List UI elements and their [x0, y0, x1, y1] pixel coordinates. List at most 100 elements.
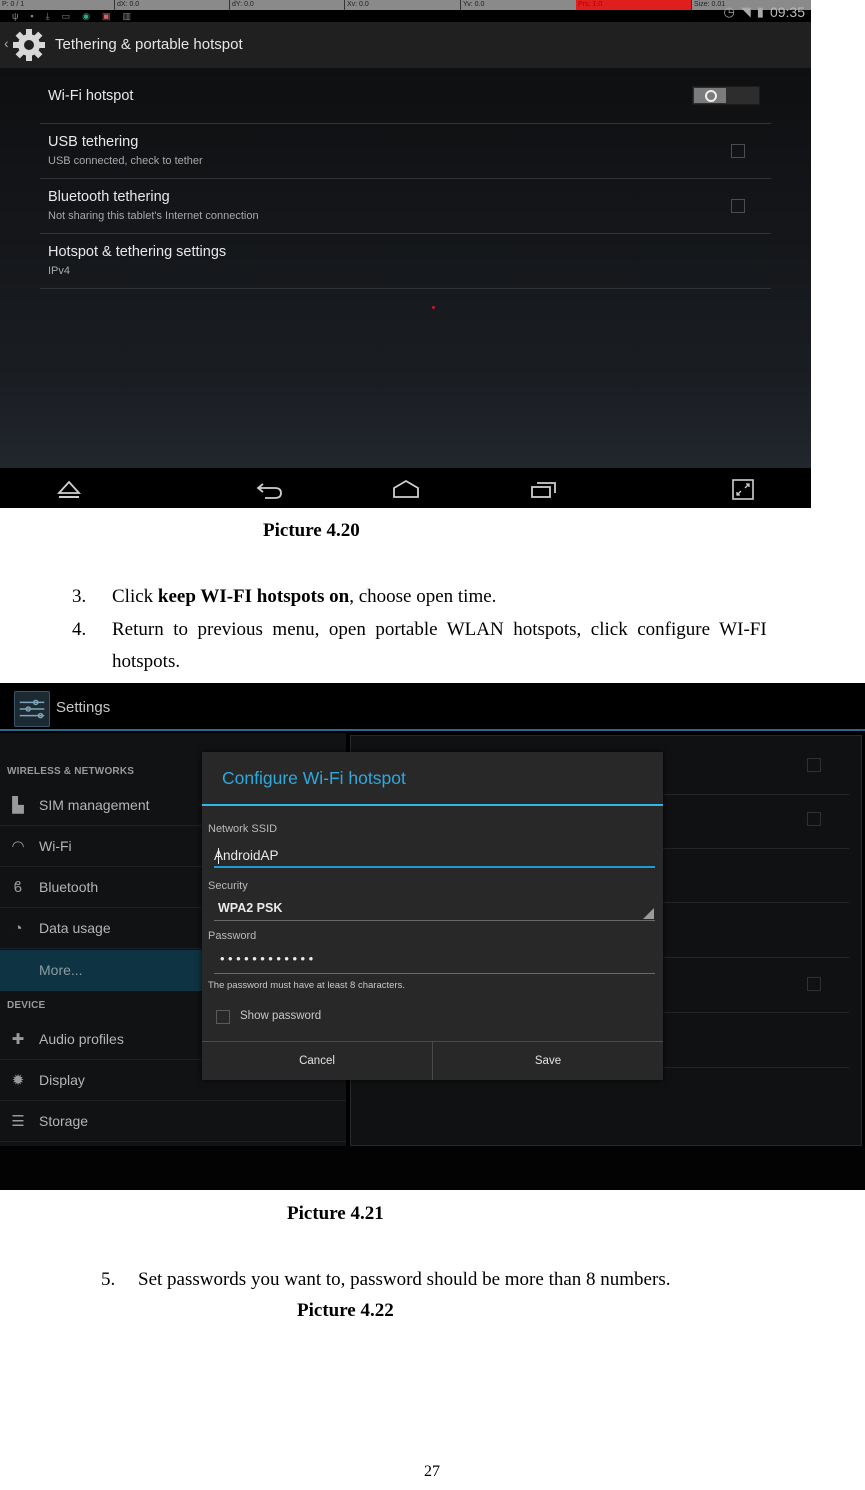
password-label: Password [208, 930, 257, 942]
ssid-underline [214, 866, 655, 868]
wifi-icon: ◥ [740, 4, 751, 19]
item-title: Bluetooth tethering [48, 189, 170, 205]
step-text-prefix: Click [112, 586, 158, 607]
step-text: Click keep WI-FI hotspots on, choose ope… [112, 586, 496, 608]
tethering-screenshot: P: 0 / 1 dX: 0.0 dY: 0.0 Xv: 0.0 Yv: 0.0… [0, 0, 811, 508]
navigation-bar [0, 468, 811, 508]
data-usage-icon: ◔ [13, 920, 23, 937]
show-password-checkbox[interactable] [216, 1010, 230, 1024]
save-button[interactable]: Save [432, 1042, 663, 1080]
caption-picture-4-20: Picture 4.20 [263, 520, 360, 541]
dialog-title-divider [202, 804, 663, 806]
pointer-debug-bar: P: 0 / 1 dX: 0.0 dY: 0.0 Xv: 0.0 Yv: 0.0… [0, 0, 811, 10]
password-hint: The password must have at least 8 charac… [208, 980, 405, 991]
configure-hotspot-dialog: Configure Wi-Fi hotspot Network SSID Sec… [202, 752, 663, 1080]
pane-checkbox[interactable] [807, 758, 821, 772]
sidebar-item-label: Data usage [39, 920, 111, 936]
chrome-icon: ◉ [82, 11, 90, 21]
lock-icon: ▪ [30, 11, 34, 21]
debug-xv: Xv: 0.0 [344, 0, 460, 10]
app-icon: ▣ [101, 11, 111, 21]
audio-profiles-icon: ✚ [11, 1031, 25, 1048]
step-4: 4. Return to previous menu, open portabl… [72, 619, 767, 641]
recent-apps-icon[interactable] [530, 478, 558, 500]
back-icon[interactable] [255, 478, 283, 500]
step-number: 3. [72, 586, 87, 607]
sidebar-item-label: Audio profiles [39, 1031, 124, 1047]
list-item-hotspot-settings[interactable]: Hotspot & tethering settings IPv4 [40, 234, 771, 289]
password-input[interactable]: •••••••••••• [220, 951, 317, 966]
item-title: USB tethering [48, 134, 139, 150]
security-spinner[interactable]: WPA2 PSK [218, 901, 658, 925]
status-bar: ψ ▪ ⤓ ▭ ◉ ▣ ▥ ◷ ◥ ▮ 09:35 [0, 4, 811, 22]
step-5: 5. Set passwords you want to, password s… [101, 1269, 670, 1291]
dialog-buttons: Cancel Save [202, 1041, 663, 1080]
page-number: 27 [424, 1463, 440, 1480]
usb-tethering-checkbox[interactable] [731, 144, 745, 158]
back-caret-icon[interactable]: ‹ [4, 35, 9, 51]
battery-icon: ▮ [756, 4, 764, 19]
image-icon: ▭ [61, 11, 71, 21]
debug-prs: Prs: 1.0 [576, 0, 691, 10]
spinner-arrow-icon [643, 908, 654, 919]
item-subtitle: USB connected, check to tether [48, 155, 203, 167]
security-underline [214, 920, 655, 921]
eject-icon[interactable] [55, 478, 83, 500]
ssid-label: Network SSID [208, 823, 278, 835]
bluetooth-tethering-checkbox[interactable] [731, 199, 745, 213]
settings-action-bar: Settings [0, 683, 865, 731]
settings-screenshot: Settings WIRELESS & NETWORKS ▙ SIM manag… [0, 683, 865, 1190]
bluetooth-icon: ϐ [13, 879, 23, 896]
storage-icon: ☰ [11, 1113, 25, 1130]
show-password-label[interactable]: Show password [240, 1010, 321, 1022]
alarm-icon: ◷ [723, 4, 735, 19]
caption-picture-4-22: Picture 4.22 [297, 1300, 394, 1321]
usb-icon: ψ [12, 11, 19, 21]
pane-checkbox[interactable] [807, 812, 821, 826]
item-title: Hotspot & tethering settings [48, 244, 227, 260]
display-icon: ✹ [11, 1072, 25, 1089]
sidebar-item-label: SIM management [39, 797, 150, 813]
security-label: Security [208, 880, 248, 892]
text-caret [218, 848, 219, 864]
sidebar-item-label: Wi-Fi [39, 838, 72, 854]
settings-sliders-icon[interactable] [14, 691, 50, 727]
step-number: 5. [101, 1269, 116, 1290]
password-underline [214, 973, 655, 974]
debug-dy: dY: 0.0 [229, 0, 344, 10]
step-3: 3. Click keep WI-FI hotspots on, choose … [72, 586, 496, 608]
step-text-suffix: , choose open time. [349, 586, 497, 607]
section-header-wireless: WIRELESS & NETWORKS [7, 766, 135, 777]
section-header-device: DEVICE [7, 1000, 46, 1011]
wifi-hotspot-toggle[interactable] [692, 86, 760, 105]
sidebar-item-storage[interactable]: ☰ Storage [0, 1101, 346, 1142]
list-item-usb-tethering[interactable]: USB tethering USB connected, check to te… [40, 124, 771, 179]
pane-checkbox[interactable] [807, 977, 821, 991]
touch-point-marker [432, 306, 435, 309]
fullscreen-icon[interactable] [730, 478, 758, 500]
sidebar-item-label: Storage [39, 1113, 89, 1129]
ssid-input[interactable] [214, 843, 654, 867]
list-item-bluetooth-tethering[interactable]: Bluetooth tethering Not sharing this tab… [40, 179, 771, 234]
debug-yv: Yv: 0.0 [460, 0, 576, 10]
barcode-icon: ▥ [122, 11, 132, 21]
list-item-wifi-hotspot[interactable]: Wi-Fi hotspot [40, 68, 771, 124]
item-subtitle: IPv4 [48, 265, 71, 277]
step-text: Set passwords you want to, password shou… [138, 1269, 671, 1290]
page-title: Tethering & portable hotspot [55, 36, 243, 53]
settings-gear-icon[interactable] [12, 28, 46, 62]
step-text-bold: keep WI-FI hotspots on [157, 586, 350, 607]
sidebar-item-label: Display [39, 1072, 85, 1088]
action-bar: ‹ Tethering & portable hotspot [0, 22, 811, 68]
step-number: 4. [72, 619, 87, 640]
item-subtitle: Not sharing this tablet's Internet conne… [48, 210, 259, 222]
debug-p: P: 0 / 1 [2, 1, 25, 8]
item-title: Wi-Fi hotspot [48, 88, 134, 104]
wifi-icon: ◠ [11, 838, 25, 855]
home-icon[interactable] [392, 478, 420, 500]
bottom-bar [0, 1146, 865, 1190]
sim-icon: ▙ [12, 797, 24, 814]
sidebar-item-label: More... [39, 962, 83, 978]
step-text-line1: Return to previous menu, open portable W… [112, 619, 767, 640]
cancel-button[interactable]: Cancel [202, 1042, 432, 1080]
